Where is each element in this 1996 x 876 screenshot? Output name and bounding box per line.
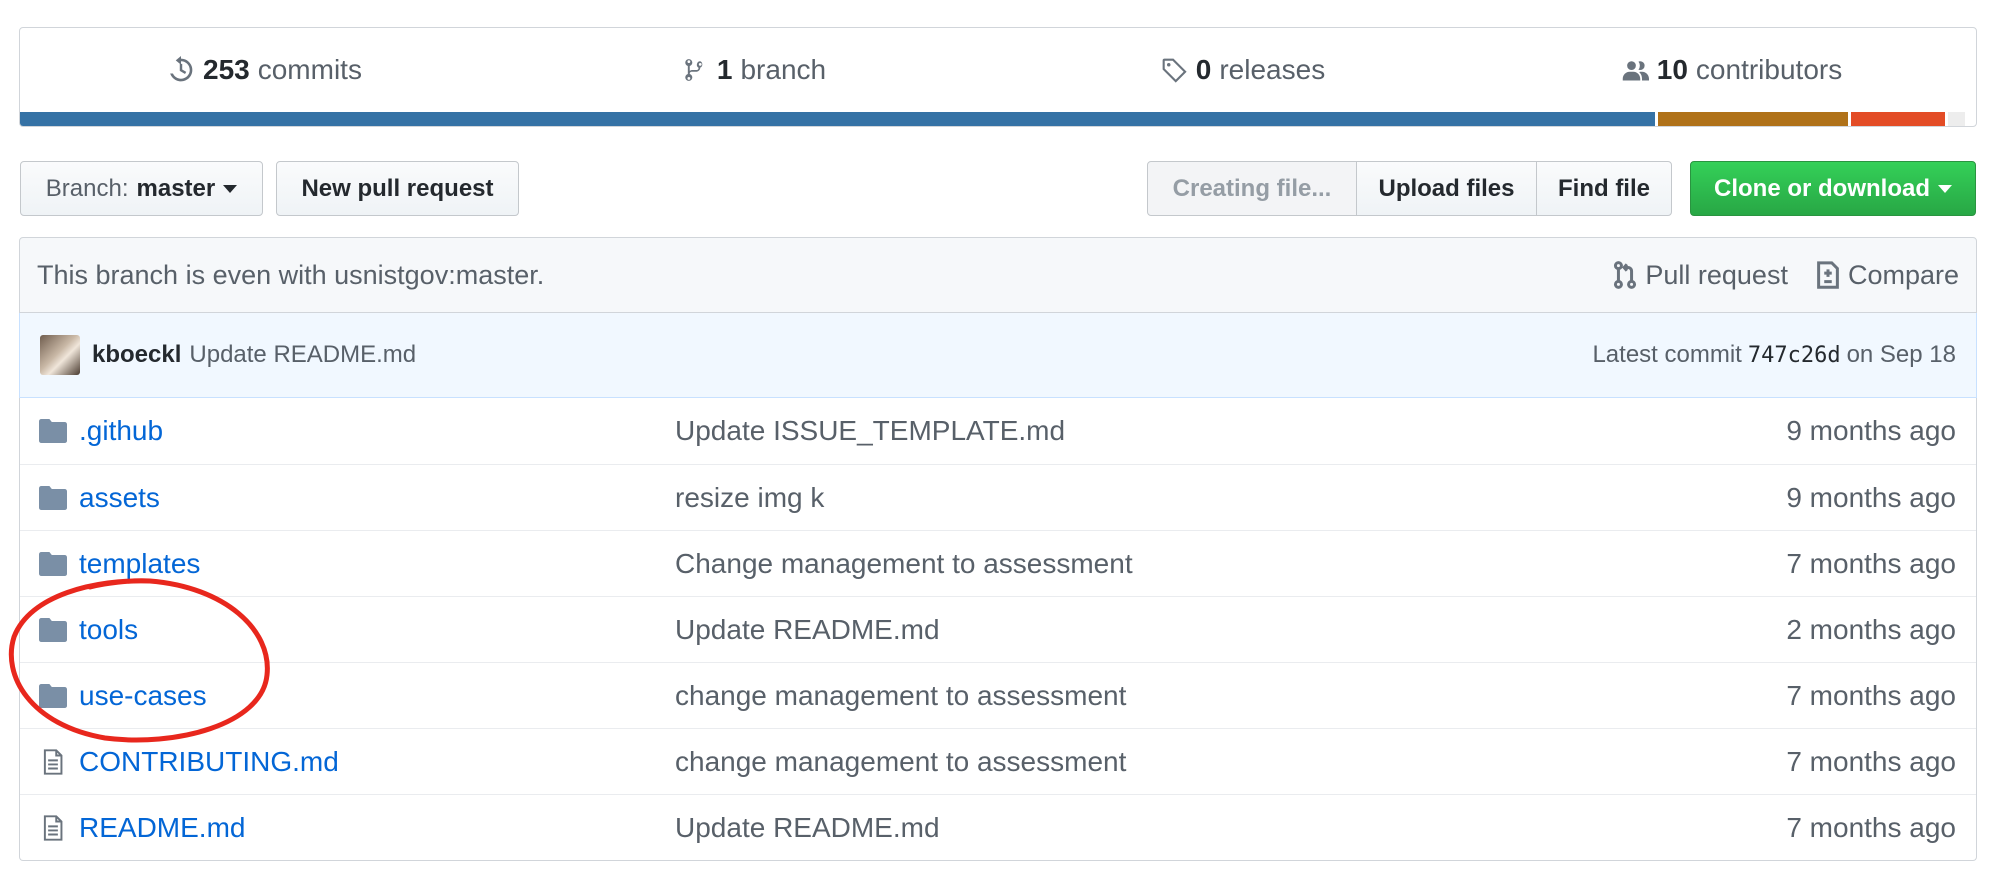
file-commit-message[interactable]: resize img k bbox=[675, 482, 1786, 514]
contributors-count: 10 bbox=[1656, 54, 1688, 85]
find-file-button[interactable]: Find file bbox=[1536, 161, 1672, 216]
file-row: use-cases change management to assessment… bbox=[20, 662, 1976, 728]
compare-link[interactable]: Compare bbox=[1816, 260, 1959, 291]
file-name-link[interactable]: README.md bbox=[79, 812, 675, 844]
file-name-link[interactable]: CONTRIBUTING.md bbox=[79, 746, 675, 778]
file-icon bbox=[39, 748, 69, 775]
clone-label: Clone or download bbox=[1714, 174, 1930, 202]
contributors-link[interactable]: 10 contributors bbox=[1487, 28, 1976, 112]
branch-name: master bbox=[136, 174, 216, 202]
branch-select-button[interactable]: Branch: master bbox=[20, 161, 263, 216]
file-name-link[interactable]: tools bbox=[79, 614, 675, 646]
folder-icon bbox=[39, 617, 69, 643]
commit-date: on Sep 18 bbox=[1846, 341, 1956, 368]
file-age: 7 months ago bbox=[1786, 547, 1956, 579]
commit-message[interactable]: Update README.md bbox=[189, 341, 1592, 369]
file-age: 7 months ago bbox=[1786, 811, 1956, 843]
branches-count: 1 bbox=[716, 54, 733, 85]
new-pull-request-button[interactable]: New pull request bbox=[276, 161, 519, 216]
compare-label: Compare bbox=[1847, 259, 1959, 290]
file-name-link[interactable]: assets bbox=[79, 482, 675, 514]
file-diff-icon bbox=[1817, 261, 1839, 289]
file-commit-message[interactable]: change management to assessment bbox=[675, 680, 1786, 712]
file-age: 7 months ago bbox=[1786, 745, 1956, 777]
file-list: .github Update ISSUE_TEMPLATE.md 9 months … bbox=[19, 398, 1977, 861]
upload-files-button[interactable]: Upload files bbox=[1356, 161, 1537, 216]
folder-icon bbox=[39, 418, 69, 444]
commits-count: 253 bbox=[203, 54, 250, 85]
language-bar[interactable] bbox=[20, 112, 1976, 126]
file-age: 2 months ago bbox=[1786, 613, 1956, 645]
file-commit-message[interactable]: change management to assessment bbox=[675, 746, 1786, 778]
file-actions-group: Creating file... Upload files Find file bbox=[1147, 161, 1672, 216]
commits-label: commits bbox=[257, 54, 362, 85]
folder-icon bbox=[39, 551, 69, 577]
file-row: tools Update README.md 2 months ago bbox=[20, 596, 1976, 662]
git-branch-icon bbox=[685, 59, 703, 81]
file-name-link[interactable]: templates bbox=[79, 548, 675, 580]
file-icon bbox=[39, 814, 69, 841]
people-icon bbox=[1622, 61, 1649, 81]
file-age: 9 months ago bbox=[1786, 415, 1956, 446]
file-commit-message[interactable]: Update ISSUE_TEMPLATE.md bbox=[675, 415, 1786, 447]
creating-file-button[interactable]: Creating file... bbox=[1147, 161, 1357, 216]
folder-icon bbox=[39, 485, 69, 511]
avatar[interactable] bbox=[40, 335, 80, 375]
summary-stats: 253 commits 1 branch 0 releases 10 contr… bbox=[20, 28, 1976, 112]
clone-or-download-button[interactable]: Clone or download bbox=[1690, 161, 1976, 216]
caret-down-icon bbox=[1938, 184, 1952, 193]
history-icon bbox=[170, 56, 193, 82]
file-commit-message[interactable]: Change management to assessment bbox=[675, 548, 1786, 580]
file-commit-message[interactable]: Update README.md bbox=[675, 614, 1786, 646]
file-row: CONTRIBUTING.md change management to asse… bbox=[20, 728, 1976, 794]
tag-icon bbox=[1162, 58, 1187, 83]
repo-summary: 253 commits 1 branch 0 releases 10 contr… bbox=[19, 27, 1977, 127]
pull-request-icon bbox=[1614, 261, 1637, 289]
branch-infobar: This branch is even with usnistgov:maste… bbox=[19, 237, 1977, 313]
file-name-link[interactable]: use-cases bbox=[79, 680, 675, 712]
file-name-link[interactable]: .github bbox=[79, 415, 675, 447]
folder-icon bbox=[39, 683, 69, 709]
branches-link[interactable]: 1 branch bbox=[509, 28, 998, 112]
language-bar-segment[interactable] bbox=[1658, 112, 1848, 126]
file-row: README.md Update README.md 7 months ago bbox=[20, 794, 1976, 860]
file-row: assets resize img k9 months ago bbox=[20, 464, 1976, 530]
commits-link[interactable]: 253 commits bbox=[20, 28, 509, 112]
pull-request-link[interactable]: Pull request bbox=[1613, 260, 1788, 291]
file-age: 9 months ago bbox=[1786, 481, 1956, 513]
releases-count: 0 bbox=[1195, 54, 1212, 85]
branch-prefix: Branch: bbox=[45, 174, 129, 202]
releases-link[interactable]: 0 releases bbox=[998, 28, 1487, 112]
file-row: .github Update ISSUE_TEMPLATE.md 9 months … bbox=[20, 398, 1976, 464]
commit-author[interactable]: kboeckl bbox=[92, 341, 181, 369]
caret-down-icon bbox=[223, 184, 238, 193]
contributors-label: contributors bbox=[1695, 54, 1843, 85]
branches-label: branch bbox=[740, 54, 827, 85]
latest-commit-prefix: Latest commit bbox=[1592, 341, 1742, 368]
file-commit-message[interactable]: Update README.md bbox=[675, 812, 1786, 844]
language-bar-segment[interactable] bbox=[1850, 112, 1945, 126]
branch-status-text: This branch is even with usnistgov:maste… bbox=[37, 259, 545, 290]
language-bar-segment[interactable] bbox=[1947, 112, 1966, 126]
language-bar-segment[interactable] bbox=[20, 112, 1656, 126]
file-row: templates Change management to assessment… bbox=[20, 530, 1976, 596]
pull-request-label: Pull request bbox=[1645, 259, 1788, 290]
file-age: 7 months ago bbox=[1786, 679, 1956, 711]
releases-label: releases bbox=[1219, 54, 1326, 85]
commit-sha[interactable]: 747c26d bbox=[1748, 343, 1841, 368]
latest-commit-bar: kboeckl Update README.md Latest commit 7… bbox=[19, 313, 1977, 398]
